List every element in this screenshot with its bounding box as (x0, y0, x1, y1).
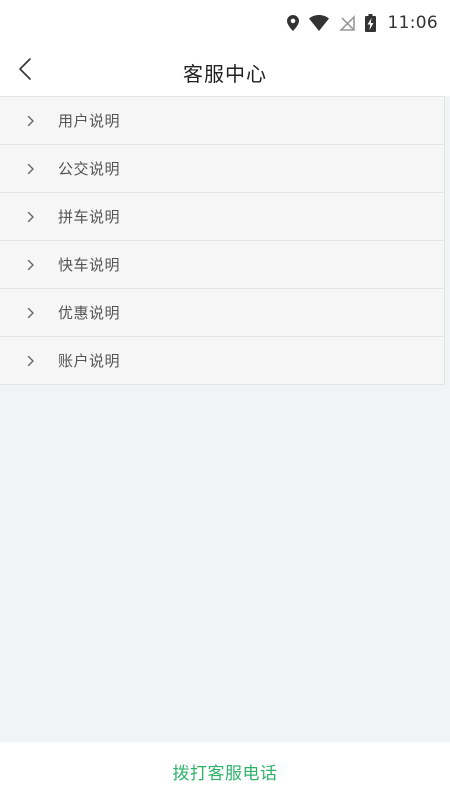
no-sim-icon (338, 15, 355, 31)
status-icons: 11:06 (286, 13, 439, 33)
help-menu-list: 用户说明 公交说明 拼车说明 快车说明 优惠说明 账户说明 (0, 96, 445, 385)
chevron-right-icon (24, 355, 38, 367)
status-bar: 11:06 (0, 0, 450, 46)
page-title: 客服中心 (183, 62, 267, 86)
footer: 拨打客服电话 (0, 742, 450, 800)
menu-item-account-guide[interactable]: 账户说明 (0, 337, 444, 385)
menu-item-carpool-guide[interactable]: 拼车说明 (0, 193, 444, 241)
chevron-right-icon (24, 307, 38, 319)
menu-item-label: 拼车说明 (58, 208, 121, 226)
screen: 11:06 客服中心 用户说明 公交说明 拼车说明 快车说明 优惠说明 账户说明… (0, 0, 450, 800)
menu-item-label: 账户说明 (58, 352, 121, 370)
location-icon (286, 15, 299, 31)
menu-item-bus-guide[interactable]: 公交说明 (0, 145, 444, 193)
battery-charging-icon (364, 14, 376, 32)
chevron-right-icon (24, 163, 38, 175)
menu-item-express-guide[interactable]: 快车说明 (0, 241, 444, 289)
header: 客服中心 (0, 46, 450, 96)
chevron-right-icon (24, 211, 38, 223)
menu-item-label: 快车说明 (58, 256, 121, 274)
content-area: 用户说明 公交说明 拼车说明 快车说明 优惠说明 账户说明 (0, 96, 450, 742)
call-support-button[interactable]: 拨打客服电话 (161, 753, 290, 790)
menu-item-label: 用户说明 (58, 112, 121, 130)
wifi-icon (308, 15, 329, 31)
status-time: 11:06 (387, 13, 438, 33)
menu-item-label: 公交说明 (58, 160, 121, 178)
chevron-right-icon (24, 115, 38, 127)
menu-item-user-guide[interactable]: 用户说明 (0, 97, 444, 145)
menu-item-label: 优惠说明 (58, 304, 121, 322)
chevron-right-icon (24, 259, 38, 271)
menu-item-discount-guide[interactable]: 优惠说明 (0, 289, 444, 337)
